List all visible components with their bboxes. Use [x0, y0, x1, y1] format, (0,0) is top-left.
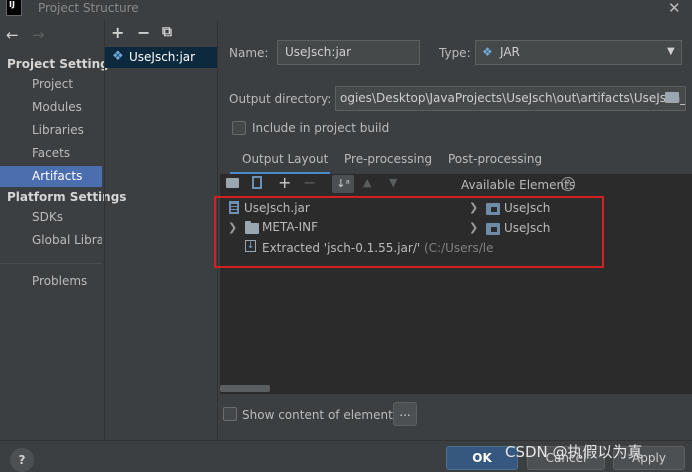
tab-pre-processing[interactable]: Pre-processing [344, 152, 432, 166]
add-artifact-button[interactable]: + [111, 23, 124, 42]
nav-divider [0, 263, 102, 264]
tab-output-layout[interactable]: Output Layout [242, 152, 328, 166]
name-label: Name: [229, 46, 269, 60]
forward-arrow-icon[interactable]: → [32, 26, 45, 44]
include-in-build-checkbox[interactable] [232, 121, 246, 135]
jar-type-icon: ❖ [482, 45, 493, 59]
title-bar: IJ Project Structure ✕ [0, 0, 692, 18]
new-folder-icon[interactable] [226, 178, 239, 188]
move-down-icon[interactable]: ▼ [389, 176, 397, 189]
output-directory-field[interactable]: ogies\Desktop\JavaProjects\UseJsch\out\a… [335, 86, 686, 111]
show-content-label: Show content of elements [242, 408, 400, 422]
artifact-icon: ❖ [112, 49, 124, 64]
include-in-build-label: Include in project build [252, 121, 390, 135]
browse-folder-icon[interactable] [665, 92, 679, 103]
tab-post-processing[interactable]: Post-processing [448, 152, 542, 166]
show-content-options-button[interactable]: ... [393, 402, 417, 426]
artifacts-list-pane [104, 20, 218, 440]
type-select[interactable]: JAR [475, 40, 682, 65]
show-content-checkbox[interactable] [223, 407, 237, 421]
highlight-annotation [214, 196, 604, 268]
remove-artifact-button[interactable]: − [137, 23, 150, 42]
sort-icon[interactable]: ↓ᵃ [332, 175, 354, 193]
remove-icon[interactable]: − [303, 173, 316, 192]
nav-item-project[interactable]: Project [0, 74, 102, 95]
window-title: Project Structure [38, 1, 139, 15]
horizontal-scrollbar[interactable] [220, 385, 270, 392]
help-icon[interactable]: ? [561, 177, 575, 191]
type-select-value: JAR [500, 45, 520, 59]
add-icon[interactable]: + [278, 173, 291, 192]
type-label: Type: [439, 46, 471, 60]
available-elements-label: Available Elements [461, 178, 576, 192]
move-up-icon[interactable]: ▲ [363, 176, 371, 189]
nav-item-libraries[interactable]: Libraries [0, 120, 102, 141]
close-window-button[interactable]: ✕ [668, 0, 681, 17]
help-button[interactable]: ? [10, 448, 34, 472]
name-field[interactable]: UseJsch:jar [277, 40, 420, 65]
nav-item-facets[interactable]: Facets [0, 143, 102, 164]
nav-item-sdks[interactable]: SDKs [0, 207, 102, 228]
nav-section-project-settings: Project Settings [7, 57, 116, 71]
intellij-logo-icon: IJ [6, 0, 22, 16]
artifact-list-item-label: UseJsch:jar [129, 50, 196, 64]
nav-item-modules[interactable]: Modules [0, 97, 102, 118]
back-arrow-icon[interactable]: ← [6, 26, 19, 44]
nav-item-global-libraries[interactable]: Global Libraries [0, 230, 102, 251]
chevron-down-icon[interactable]: ▼ [667, 46, 675, 57]
nav-item-problems[interactable]: Problems [0, 271, 102, 292]
copy-artifact-button[interactable]: ⧉ [162, 24, 172, 40]
nav-item-artifacts[interactable]: Artifacts [0, 166, 102, 187]
archive-icon[interactable] [252, 176, 262, 189]
output-directory-label: Output directory: [229, 92, 332, 106]
csdn-watermark: CSDN @执假以为真 [505, 443, 643, 461]
